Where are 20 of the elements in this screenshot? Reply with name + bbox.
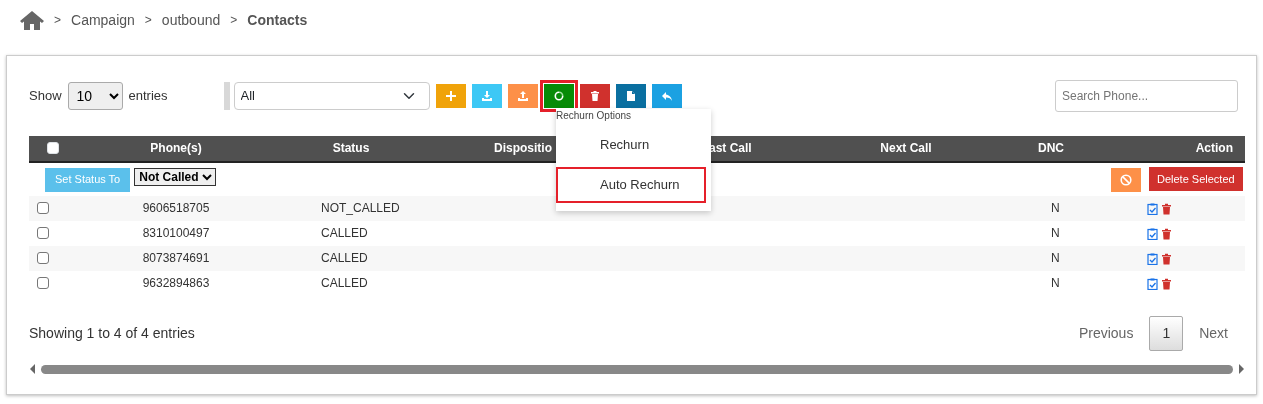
dnc-cell: N [1051,275,1060,290]
phone-cell: 9606518705 [142,200,210,215]
breadcrumb-current: Contacts [247,10,308,30]
dnc-cell: N [1051,250,1060,265]
dnc-cell: N [1051,225,1060,240]
phone-cell: 8073874691 [142,250,210,265]
phone-cell: 8310100497 [142,225,210,240]
breadcrumb-separator: > [54,12,61,29]
phone-cell: 9632894863 [142,275,210,290]
tooltip: Rechurn Options [556,108,632,123]
dnc-cell: N [1051,200,1060,215]
status-cell: CALLED [321,225,368,240]
entries-label: entries [128,87,168,106]
show-label: Show [29,87,62,106]
status-cell: NOT_CALLED [321,200,400,215]
status-cell: CALLED [321,250,368,265]
entries-info: Showing 1 to 4 of 4 entries [29,324,195,343]
breadcrumb-separator: > [230,12,238,29]
status-cell: CALLED [321,275,368,290]
breadcrumb-separator: > [144,12,152,29]
